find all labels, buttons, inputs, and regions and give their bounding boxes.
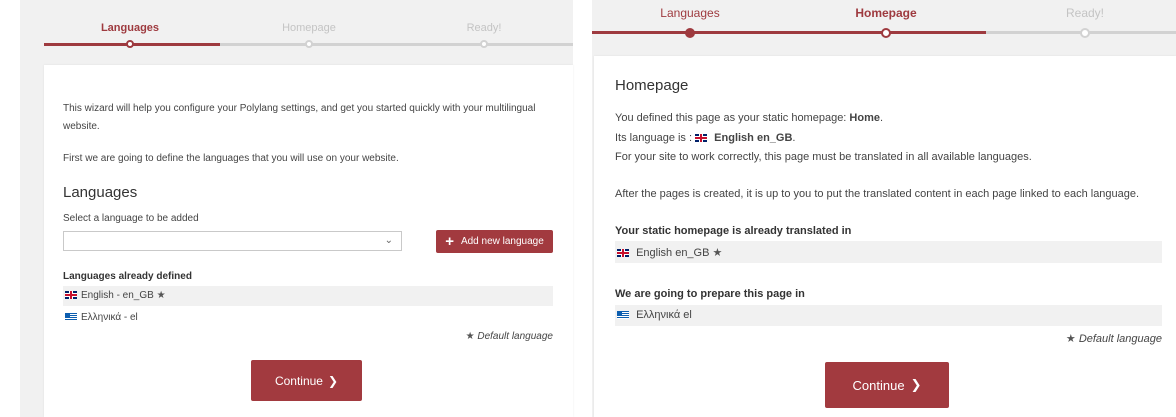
prepare-page-heading: We are going to prepare this page in xyxy=(615,288,805,300)
default-star-icon: ★ xyxy=(156,290,166,301)
step-languages-label: Languages xyxy=(660,6,720,20)
chevron-right-icon: ❯ xyxy=(327,373,339,388)
already-translated-heading: Your static homepage is already translat… xyxy=(615,225,852,237)
translated-language-name: English en_GB xyxy=(636,247,710,259)
languages-heading: Languages xyxy=(63,184,138,201)
uk-flag-icon xyxy=(617,249,629,258)
add-new-language-button[interactable]: + Add new language xyxy=(436,230,553,253)
step-track-progress xyxy=(592,31,986,34)
greece-flag-icon xyxy=(65,313,77,322)
continue-label: Continue xyxy=(274,373,323,388)
uk-flag-icon xyxy=(65,291,77,300)
step-ready-dot xyxy=(1080,28,1090,38)
step-homepage-dot xyxy=(305,40,313,48)
left-step-progress: Languages Homepage Ready! xyxy=(20,0,573,60)
homepage-heading: Homepage xyxy=(615,77,689,94)
translated-language-row: English en_GB ★ xyxy=(615,241,1162,263)
homepage-language-prefix: Its language is : xyxy=(615,132,696,144)
static-homepage-text: You defined this page as your static hom… xyxy=(615,112,883,124)
static-homepage-suffix: . xyxy=(879,112,884,124)
default-language-note: ★ Default language xyxy=(1066,332,1162,345)
homepage-language-text: Its language is : English en_GB. xyxy=(615,132,795,144)
language-row-greek: Ελληνικά - el xyxy=(65,312,138,323)
intro-text-line3: First we are going to define the languag… xyxy=(63,153,399,164)
default-language-note-label: Default language xyxy=(477,331,553,342)
homepage-card: Homepage You defined this page as your s… xyxy=(594,56,1176,417)
select-language-label: Select a language to be added xyxy=(63,213,199,224)
default-language-note-label: Default language xyxy=(1078,333,1162,345)
star-icon: ★ xyxy=(1065,333,1076,345)
step-homepage-dot xyxy=(881,28,891,38)
star-icon: ★ xyxy=(465,331,475,342)
step-ready-label: Ready! xyxy=(1065,6,1105,20)
chevron-down-icon: ⌄ xyxy=(384,235,393,246)
intro-text-line2: website. xyxy=(63,121,100,132)
right-wizard-panel: Languages Homepage Ready! Homepage You d… xyxy=(592,0,1176,417)
continue-label: Continue xyxy=(852,377,905,393)
default-star-icon: ★ xyxy=(712,247,723,259)
language-name: English - en_GB xyxy=(81,290,154,301)
step-homepage-label: Homepage xyxy=(855,6,917,20)
prepare-language-name: Ελληνικά el xyxy=(636,309,692,321)
language-select[interactable]: ⌄ xyxy=(63,231,402,251)
add-new-language-label: Add new language xyxy=(460,236,544,247)
plus-icon: + xyxy=(445,233,454,250)
homepage-language-value: English en_GB xyxy=(714,132,793,144)
right-step-progress: Languages Homepage Ready! xyxy=(592,0,1176,60)
homepage-name: Home xyxy=(849,112,880,124)
default-language-note: ★ Default language xyxy=(466,331,553,342)
translated-content-info-text: After the pages is created, it is up to … xyxy=(615,188,1140,200)
step-ready-label: Ready! xyxy=(466,22,502,34)
continue-button[interactable]: Continue ❯ xyxy=(251,360,362,401)
chevron-right-icon: ❯ xyxy=(910,377,922,392)
homepage-language-suffix: . xyxy=(792,132,796,144)
static-homepage-prefix: You defined this page as your static hom… xyxy=(615,112,850,124)
left-wizard-panel: Languages Homepage Ready! This wizard wi… xyxy=(20,0,573,417)
languages-card: This wizard will help you configure your… xyxy=(44,65,573,417)
prepare-language-row: Ελληνικά el xyxy=(615,305,1162,326)
greece-flag-icon xyxy=(617,311,629,320)
language-row-english: English - en_GB ★ xyxy=(63,286,553,306)
translation-requirement-text: For your site to work correctly, this pa… xyxy=(615,151,1032,163)
language-name: Ελληνικά - el xyxy=(81,312,138,323)
step-languages-label: Languages xyxy=(100,22,160,34)
step-languages-dot xyxy=(685,28,695,38)
step-ready-dot xyxy=(480,40,488,48)
step-homepage-label: Homepage xyxy=(282,22,336,34)
defined-languages-heading: Languages already defined xyxy=(63,271,192,282)
intro-text-line1: This wizard will help you configure your… xyxy=(63,103,536,114)
uk-flag-icon xyxy=(695,134,708,143)
step-languages-dot xyxy=(126,40,134,48)
continue-button[interactable]: Continue ❯ xyxy=(825,362,949,408)
